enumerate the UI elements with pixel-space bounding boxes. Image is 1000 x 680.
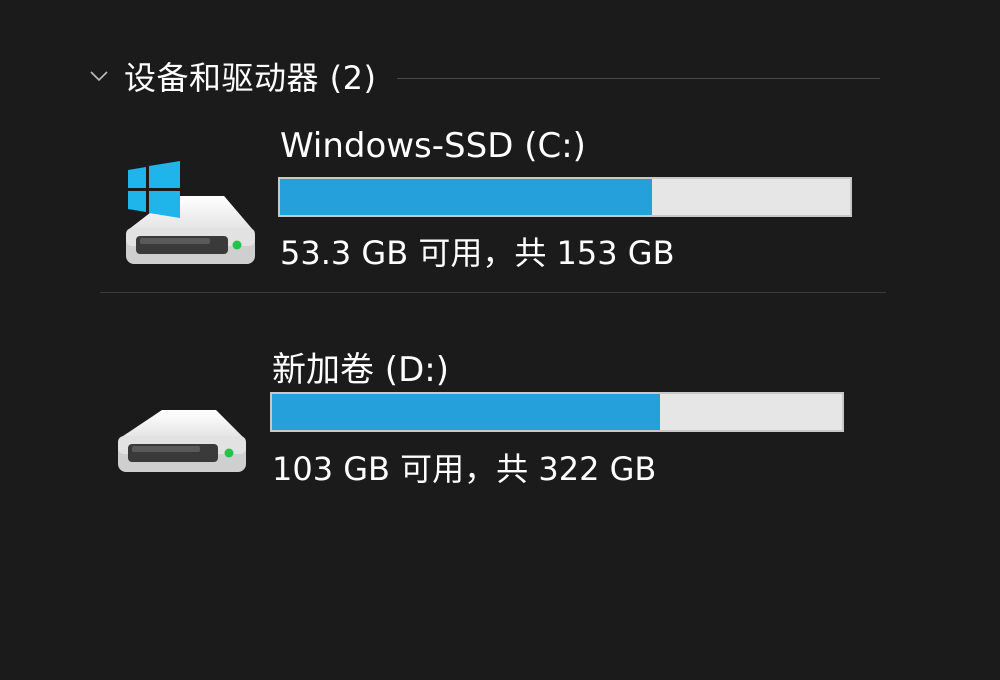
usage-bar-fill xyxy=(272,394,660,430)
usage-bar-fill xyxy=(280,179,652,215)
windows-drive-icon xyxy=(118,158,268,268)
usage-bar xyxy=(278,177,852,217)
header-divider xyxy=(396,77,880,79)
drive-name: Windows-SSD (C:) xyxy=(280,126,586,166)
capacity-text: 53.3 GB 可用，共 153 GB xyxy=(280,234,675,272)
capacity-text: 103 GB 可用，共 322 GB xyxy=(272,450,657,488)
section-header-devices-and-drives[interactable]: 设备和驱动器 (2) xyxy=(88,52,880,100)
chevron-down-icon[interactable] xyxy=(88,65,110,87)
drive-separator xyxy=(100,292,886,293)
hard-drive-icon xyxy=(112,400,252,480)
drive-name: 新加卷 (D:) xyxy=(272,350,449,390)
section-title: 设备和驱动器 (2) xyxy=(124,59,377,97)
usage-bar xyxy=(270,392,844,432)
